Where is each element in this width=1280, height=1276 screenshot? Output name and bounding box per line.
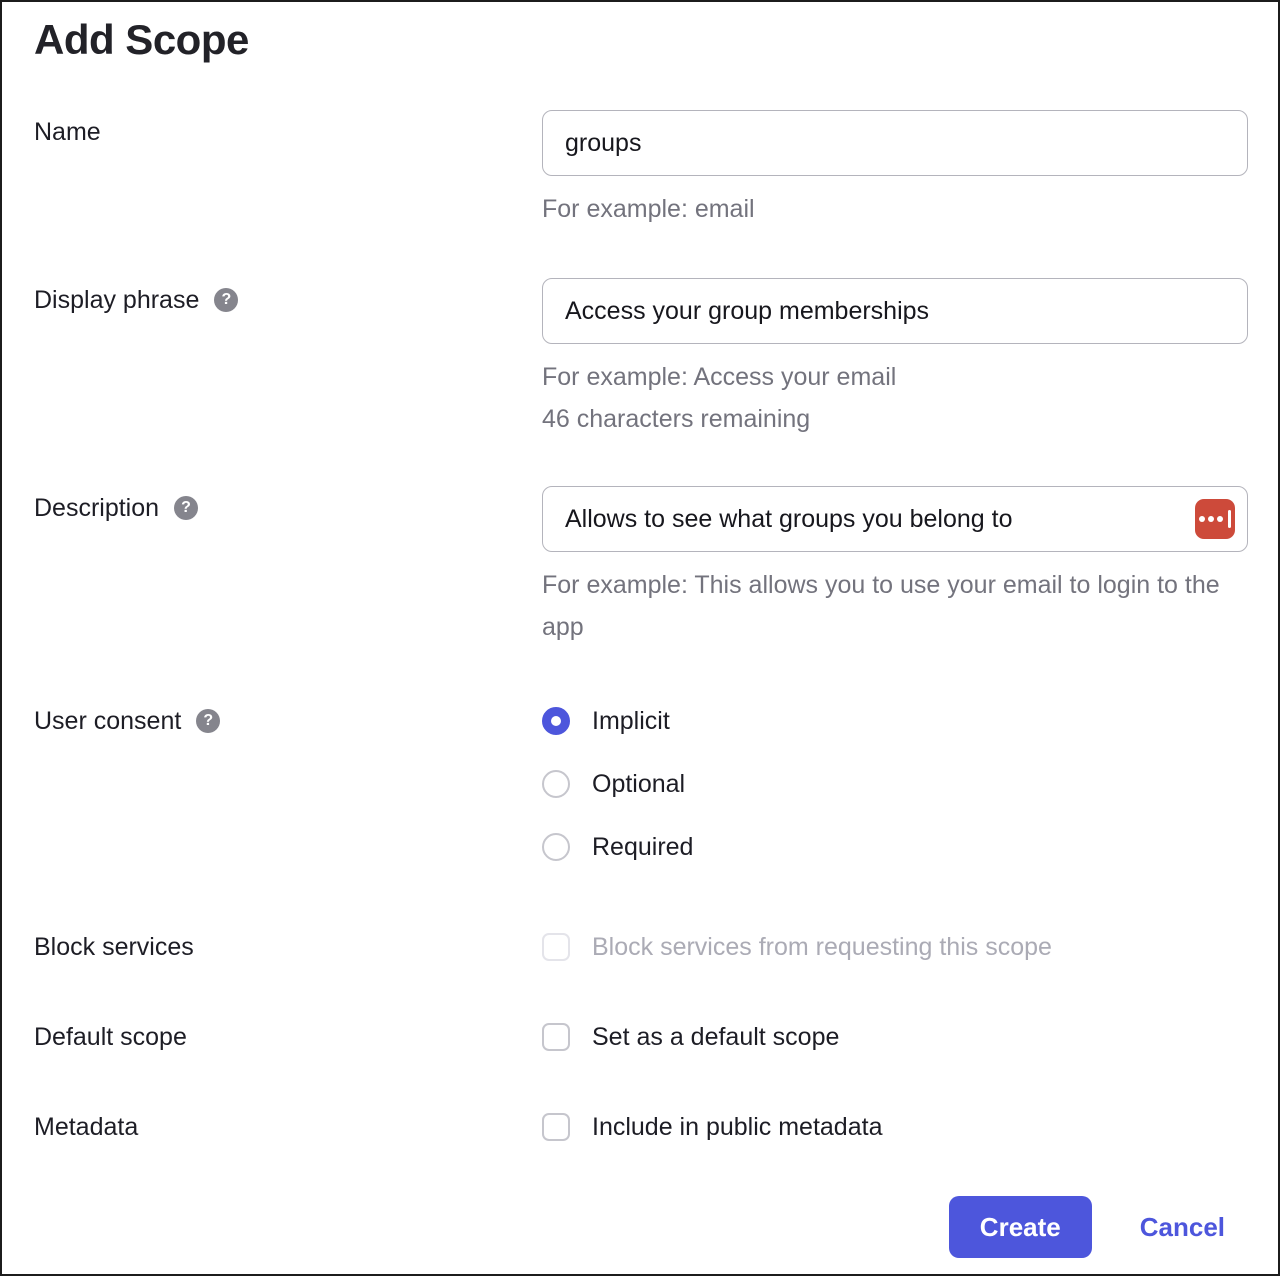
metadata-label: Metadata: [34, 1112, 138, 1142]
name-label-cell: Name: [34, 110, 542, 147]
user-consent-label: User consent: [34, 706, 181, 736]
display-phrase-helper-text: For example: Access your email: [542, 356, 1248, 398]
page-title: Add Scope: [34, 16, 1248, 64]
name-label: Name: [34, 117, 101, 147]
block-services-label-cell: Block services: [34, 932, 542, 962]
add-scope-dialog: Add Scope Name For example: email Displa…: [0, 0, 1280, 1276]
default-scope-row: Default scope Set as a default scope: [34, 1022, 1248, 1052]
description-label-cell: Description ?: [34, 486, 542, 523]
radio-label-implicit[interactable]: Implicit: [592, 706, 670, 736]
description-label: Description: [34, 493, 159, 523]
description-helper-text: For example: This allows you to use your…: [542, 564, 1248, 648]
display-phrase-label-cell: Display phrase ?: [34, 278, 542, 315]
metadata-row: Metadata Include in public metadata: [34, 1112, 1248, 1142]
cancel-button[interactable]: Cancel: [1140, 1212, 1225, 1243]
block-services-row: Block services Block services from reque…: [34, 932, 1248, 962]
display-phrase-row: Display phrase ? For example: Access you…: [34, 278, 1248, 440]
default-scope-checkbox[interactable]: [542, 1023, 570, 1051]
radio-label-optional[interactable]: Optional: [592, 769, 685, 799]
user-consent-row: User consent ? Implicit Optional Require…: [34, 706, 1248, 862]
description-input[interactable]: [542, 486, 1248, 552]
block-services-checkbox-label: Block services from requesting this scop…: [592, 932, 1052, 962]
name-control: For example: email: [542, 110, 1248, 230]
user-consent-options: Implicit Optional Required: [542, 706, 1248, 862]
help-icon[interactable]: ?: [214, 288, 238, 312]
metadata-checkbox-label[interactable]: Include in public metadata: [592, 1112, 882, 1142]
default-scope-label: Default scope: [34, 1022, 187, 1052]
radio-option-required: Required: [542, 832, 1248, 862]
radio-button-implicit[interactable]: [542, 707, 570, 735]
block-services-option: Block services from requesting this scop…: [542, 932, 1248, 962]
user-consent-label-cell: User consent ?: [34, 706, 542, 736]
dialog-footer: Create Cancel: [34, 1196, 1248, 1258]
radio-button-required[interactable]: [542, 833, 570, 861]
help-icon[interactable]: ?: [196, 709, 220, 733]
block-services-checkbox: [542, 933, 570, 961]
password-manager-icon[interactable]: [1195, 499, 1235, 539]
name-input[interactable]: [542, 110, 1248, 176]
display-phrase-label: Display phrase: [34, 285, 199, 315]
radio-label-required[interactable]: Required: [592, 832, 693, 862]
block-services-label: Block services: [34, 932, 194, 962]
default-scope-checkbox-label[interactable]: Set as a default scope: [592, 1022, 839, 1052]
default-scope-option: Set as a default scope: [542, 1022, 1248, 1052]
create-button[interactable]: Create: [949, 1196, 1092, 1258]
radio-option-optional: Optional: [542, 769, 1248, 799]
help-icon[interactable]: ?: [174, 496, 198, 520]
metadata-label-cell: Metadata: [34, 1112, 542, 1142]
display-phrase-control: For example: Access your email 46 charac…: [542, 278, 1248, 440]
description-row: Description ? For example: This allows y…: [34, 486, 1248, 648]
metadata-option: Include in public metadata: [542, 1112, 1248, 1142]
radio-option-implicit: Implicit: [542, 706, 1248, 736]
radio-button-optional[interactable]: [542, 770, 570, 798]
display-phrase-input[interactable]: [542, 278, 1248, 344]
default-scope-label-cell: Default scope: [34, 1022, 542, 1052]
name-row: Name For example: email: [34, 110, 1248, 230]
description-control: For example: This allows you to use your…: [542, 486, 1248, 648]
characters-remaining-text: 46 characters remaining: [542, 398, 1248, 440]
name-helper-text: For example: email: [542, 188, 1248, 230]
metadata-checkbox[interactable]: [542, 1113, 570, 1141]
